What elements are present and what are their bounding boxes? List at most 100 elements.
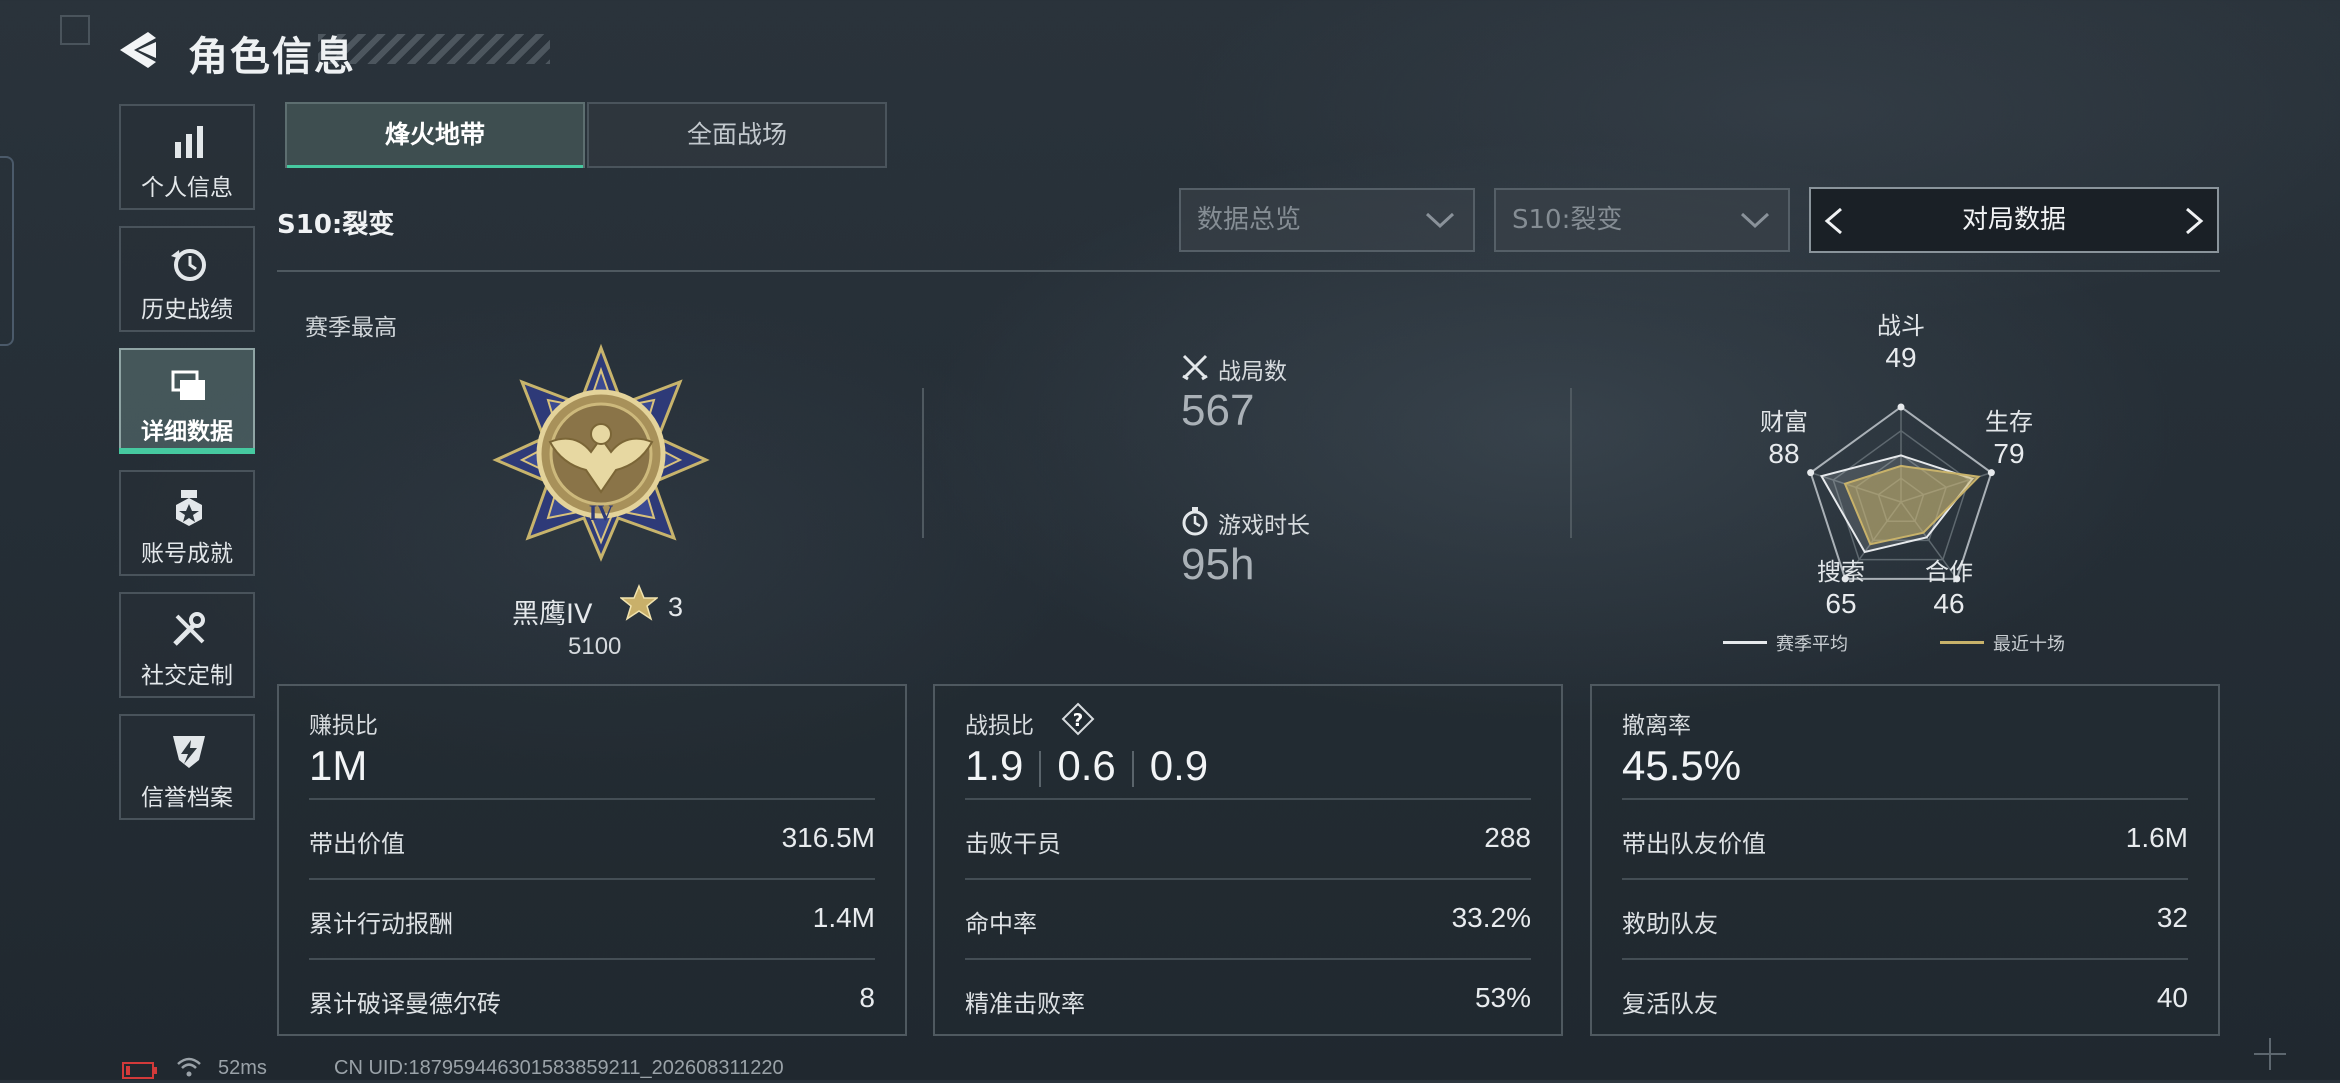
ping-readout: 52ms [218,1057,267,1079]
overview-dropdown-value: 数据总览 [1197,205,1302,235]
tools-icon [169,610,209,650]
rank-badge-icon: IV [490,342,712,564]
nav-item-credit[interactable]: 信誉档案 [119,714,255,820]
radar-vertex-dot [1807,469,1815,477]
stat-row-value: 40 [2156,982,2188,1013]
stat-row-value: 53% [1474,982,1531,1013]
tab-conflict-zone[interactable]: 烽火地带 [285,102,585,168]
stat-row: 带出价值 316.5M [309,798,875,878]
stat-row-label: 累计行动报酬 [309,910,453,938]
plus-icon [2250,1034,2290,1074]
overview-dropdown[interactable]: 数据总览 [1179,188,1475,252]
stat-row-label: 带出队友价值 [1622,830,1766,858]
matches-value: 567 [1181,386,1255,435]
radar-recent-ten-shape [1843,464,1981,546]
season-label: S10:裂变 [277,210,395,240]
nav-item-achievements[interactable]: 账号成就 [119,470,255,576]
corner-checkbox [60,15,90,45]
profit-title: 赚损比 [309,713,378,739]
stat-row: 精准击败率 53% [965,958,1531,1038]
stat-row: 复活队友 40 [1622,958,2188,1038]
stat-row: 击败干员 288 [965,798,1531,878]
chevron-left-icon[interactable] [1823,207,1845,235]
nav-item-history[interactable]: 历史战绩 [119,226,255,332]
medal-icon [169,488,209,528]
left-edge-handle [0,156,14,346]
folders-icon [169,366,209,406]
stat-row: 累计破译曼德尔砖 8 [309,958,875,1038]
back-arrow-icon[interactable] [118,28,160,72]
radar-value-teamwork: 46 [1933,588,1965,619]
legend-season-label: 赛季平均 [1776,634,1848,655]
radar-label-teamwork: 合作 [1925,558,1973,586]
radar-vertex-dot [1897,403,1905,411]
help-question-icon[interactable]: ? [1061,702,1095,736]
stat-row-value: 316.5M [781,822,875,853]
chevron-down-icon [1425,212,1455,229]
radar-value-wealth: 88 [1768,438,1800,469]
legend-recent-label: 最近十场 [1993,634,2065,655]
mode-switcher: 对局数据 [1809,187,2219,253]
stat-row-label: 击败干员 [965,830,1061,858]
nav-label: 个人信息 [141,175,233,201]
rank-score: 5100 [568,633,622,660]
battery-icon [122,1062,158,1079]
mode-switch-label: 对局数据 [1961,205,2066,235]
stat-row-label: 命中率 [965,910,1037,938]
nav-item-details[interactable]: 详细数据 [119,348,255,454]
stat-row-value: 1.6M [2125,822,2188,853]
history-clock-icon [169,244,209,284]
tab-full-battlefield[interactable]: 全面战场 [587,102,887,168]
stat-row-label: 累计破译曼德尔砖 [309,990,501,1018]
shield-lightning-icon [169,732,209,772]
radar-vertex-dot [1987,469,1995,477]
vertical-divider [922,388,924,538]
stat-row-label: 精准击败率 [965,990,1085,1018]
stat-row: 累计行动报酬 1.4M [309,878,875,958]
nav-item-social[interactable]: 社交定制 [119,592,255,698]
season-dropdown[interactable]: S10:裂变 [1494,188,1790,252]
section-divider [277,270,2220,272]
stat-row-value: 8 [859,982,875,1013]
profit-value: 1M [309,742,368,789]
rank-name: 黑鹰IV [512,599,593,630]
combat-ratio-value: 1.9 [965,742,1024,789]
wifi-icon [176,1056,202,1078]
extraction-value: 45.5% [1622,742,1742,789]
stopwatch-icon [1180,506,1210,536]
season-peak-label: 赛季最高 [305,315,397,341]
chevron-right-icon[interactable] [2183,207,2205,235]
ratio-separator [1131,750,1134,787]
page-title: 角色信息 [188,34,356,80]
stat-row-label: 复活队友 [1622,990,1718,1018]
stat-row-label: 救助队友 [1622,910,1718,938]
rank-stars: 3 [668,592,684,622]
combat-panel: 战损比 ? 1.9 0.6 0.9 击败干员 288 命中率 33.2% 精准击败率… [933,684,1563,1036]
radar-value-search: 65 [1825,588,1857,619]
svg-text:?: ? [1073,710,1083,731]
combat-ratio-value: 0.9 [1149,742,1209,789]
bar-chart-icon [169,122,209,162]
nav-label: 历史战绩 [141,297,233,323]
stat-row-value: 33.2% [1451,902,1531,933]
stat-row: 带出队友价值 1.6M [1622,798,2188,878]
legend-season-swatch [1723,641,1767,644]
playtime-value: 95h [1181,540,1255,589]
stat-row-label: 带出价值 [309,830,405,858]
matches-label: 战局数 [1218,359,1287,385]
radar-value-combat: 49 [1885,342,1917,373]
nav-label: 社交定制 [141,663,233,689]
stat-row: 救助队友 32 [1622,878,2188,958]
star-icon [618,584,660,622]
radar-label-search: 搜索 [1817,558,1865,586]
combat-ratio-value: 0.6 [1057,742,1116,789]
nav-label: 信誉档案 [141,785,233,811]
stat-row-value: 288 [1484,822,1531,853]
nav-item-profile[interactable]: 个人信息 [119,104,255,210]
combat-title: 战损比 [965,713,1034,739]
stat-row: 命中率 33.2% [965,878,1531,958]
crossed-swords-icon [1180,352,1210,382]
vertical-divider [1570,388,1572,538]
legend-recent-swatch [1940,641,1984,644]
stat-row-value: 32 [2156,902,2188,933]
